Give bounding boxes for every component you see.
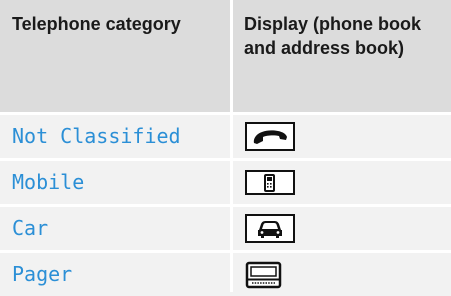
mobile-phone-icon <box>245 170 295 195</box>
category-label-pager: Pager <box>12 262 73 286</box>
table-row: Car <box>0 207 451 250</box>
table-header: Telephone category Display (phone book a… <box>0 0 451 112</box>
column-divider <box>230 0 233 292</box>
table-row: Not Classified <box>0 115 451 158</box>
telephone-category-table: Telephone category Display (phone book a… <box>0 0 451 296</box>
category-label-not-classified: Not Classified <box>12 124 181 148</box>
car-icon <box>245 214 295 243</box>
table-row: Mobile <box>0 161 451 204</box>
category-label-car: Car <box>12 216 49 240</box>
handset-icon <box>245 122 295 151</box>
header-telephone-category: Telephone category <box>12 14 181 34</box>
table-row: Pager <box>0 253 451 296</box>
header-display: Display (phone book and address book) <box>244 14 422 58</box>
pager-icon <box>245 261 282 289</box>
category-label-mobile: Mobile <box>12 170 85 194</box>
